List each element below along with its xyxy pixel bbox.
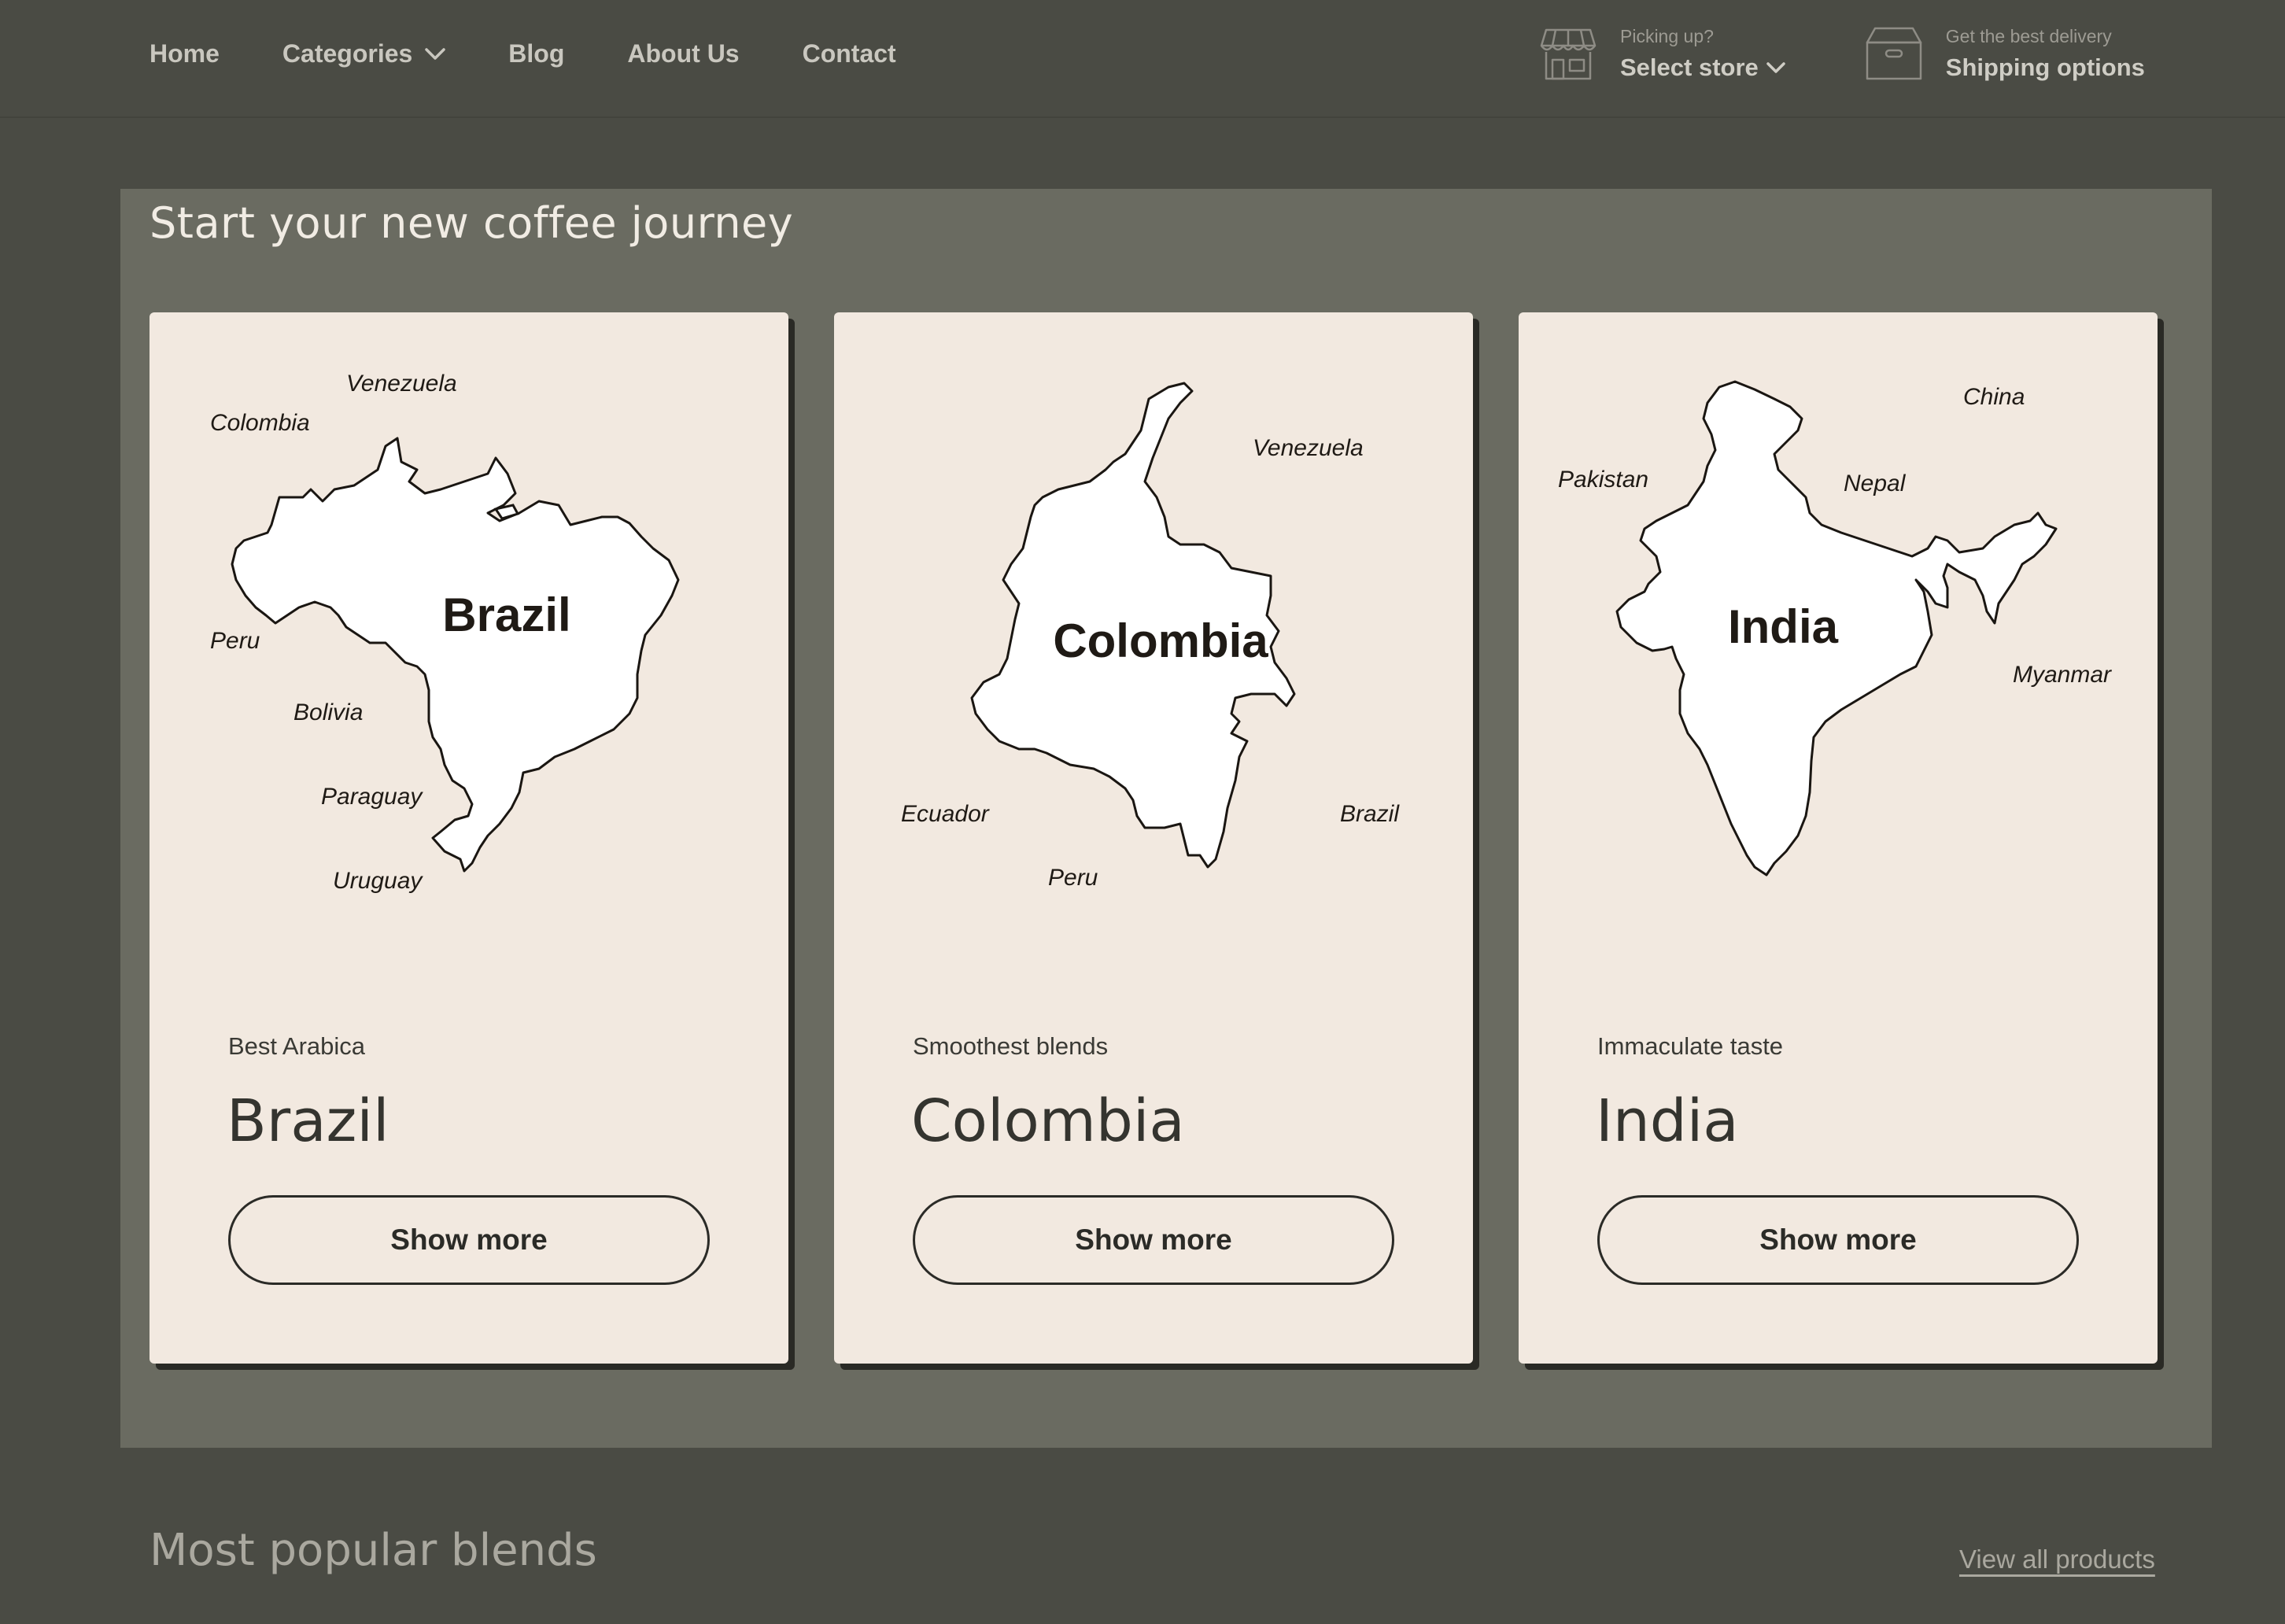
map-neighbor-label: Myanmar (2013, 662, 2112, 688)
map-neighbor-label: Peru (210, 628, 260, 654)
india-map: India China Pakistan Nepal Myanmar (1558, 380, 2112, 877)
colombia-map: Colombia Venezuela Ecuador Brazil Peru (901, 382, 1400, 891)
select-store-button[interactable]: Picking up? Select store (1538, 24, 1785, 83)
nav-blog[interactable]: Blog (508, 39, 564, 68)
map-neighbor-label: Pakistan (1558, 467, 1648, 493)
top-navigation: Home Categories Blog About Us Contact Pi (0, 0, 2285, 118)
brazil-country-shape (231, 437, 680, 873)
map-neighbor-label: Peru (1048, 865, 1098, 891)
coffee-journey-section: Start your new coffee journey Brazil Ven… (120, 189, 2212, 1448)
map-neighbor-label: Venezuela (346, 371, 457, 397)
card-tagline: Immaculate taste (1597, 1032, 1784, 1060)
store-label: Select store (1620, 53, 1759, 81)
store-text: Picking up? Select store (1620, 26, 1785, 82)
show-more-button[interactable]: Show more (913, 1195, 1394, 1285)
section-title: Start your new coffee journey (150, 198, 794, 248)
show-more-button[interactable]: Show more (1597, 1195, 2079, 1285)
card-tagline: Best Arabica (228, 1032, 366, 1060)
brazil-map: Brazil Venezuela Colombia Peru Bolivia P… (210, 371, 680, 894)
shipping-options-button[interactable]: Get the best delivery Shipping options (1864, 24, 2145, 83)
origin-card-colombia: Colombia Venezuela Ecuador Brazil Peru S… (834, 312, 1473, 1364)
map-neighbor-label: Colombia (210, 410, 310, 436)
show-more-button[interactable]: Show more (228, 1195, 710, 1285)
store-caption: Picking up? (1620, 25, 1714, 46)
origin-card-brazil: Brazil Venezuela Colombia Peru Bolivia P… (150, 312, 788, 1364)
popular-blends-title: Most popular blends (150, 1525, 597, 1576)
box-icon (1866, 27, 1922, 80)
map-neighbor-label: Uruguay (333, 868, 423, 894)
map-neighbor-label: Paraguay (321, 784, 423, 810)
map-country-label: India (1728, 600, 1839, 653)
map-neighbor-label: Ecuador (901, 801, 990, 827)
origin-card-india: India China Pakistan Nepal Myanmar Immac… (1519, 312, 2158, 1364)
chevron-down-icon (425, 47, 446, 60)
card-tagline: Smoothest blends (913, 1032, 1109, 1060)
map-country-label: Brazil (442, 589, 570, 641)
nav-contact[interactable]: Contact (803, 39, 896, 68)
view-all-products-link[interactable]: View all products (1959, 1545, 2155, 1574)
map-country-label: Colombia (1053, 615, 1268, 667)
store-icon (1540, 28, 1597, 80)
map-neighbor-label: Nepal (1844, 471, 1907, 496)
nav-categories-label: Categories (282, 39, 413, 68)
nav-links: Home Categories Blog About Us Contact (150, 39, 959, 68)
map-neighbor-label: Bolivia (293, 699, 363, 725)
nav-about[interactable]: About Us (627, 39, 739, 68)
shipping-label: Shipping options (1945, 53, 2145, 81)
shipping-text: Get the best delivery Shipping options (1946, 26, 2145, 82)
nav-categories[interactable]: Categories (282, 39, 446, 68)
card-origin-name: India (1596, 1087, 1739, 1155)
store-label-row: Select store (1620, 54, 1785, 82)
shipping-caption: Get the best delivery (1945, 25, 2112, 46)
card-origin-name: Colombia (911, 1087, 1185, 1155)
map-neighbor-label: China (1963, 384, 2025, 410)
map-neighbor-label: Venezuela (1253, 435, 1364, 461)
map-neighbor-label: Brazil (1340, 801, 1400, 827)
nav-right: Picking up? Select store Get the best de… (1538, 24, 2145, 83)
card-origin-name: Brazil (227, 1087, 389, 1155)
chevron-down-icon (1766, 61, 1785, 73)
nav-home[interactable]: Home (150, 39, 220, 68)
